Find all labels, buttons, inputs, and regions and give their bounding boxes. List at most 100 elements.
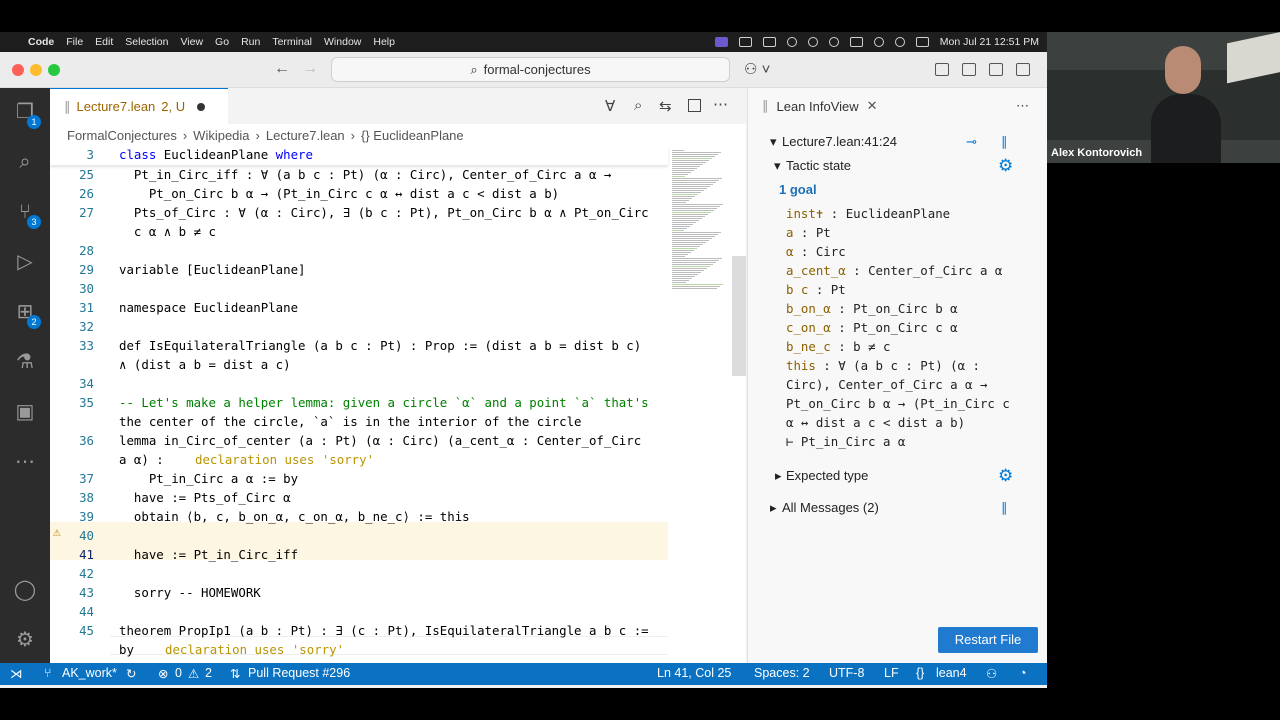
settings-gear-icon[interactable]: ⚙	[998, 156, 1013, 176]
all-messages-heading[interactable]: All Messages (2)	[782, 500, 879, 515]
pin-icon[interactable]: ⊸	[966, 134, 977, 150]
line-ending[interactable]: LF	[884, 666, 899, 680]
menu-window[interactable]: Window	[324, 36, 361, 48]
branch-name[interactable]: AK_work*	[62, 666, 117, 680]
hypothesis[interactable]: b_on_α : Pt_on_Circ b α	[786, 301, 958, 316]
copilot-icon[interactable]: ⚇	[986, 666, 997, 681]
hypothesis-name[interactable]: this	[786, 358, 816, 373]
hypothesis[interactable]: b_ne_c : b ≠ c	[786, 339, 890, 354]
more-icon[interactable]: ⋯	[13, 450, 37, 474]
remote-explorer-icon[interactable]: ▣	[13, 400, 37, 424]
pause-icon[interactable]: ∥	[1001, 134, 1008, 150]
copilot-icon[interactable]: ⚇ ˅	[744, 60, 770, 78]
search-icon[interactable]	[894, 37, 905, 47]
pause-icon[interactable]: ∥	[1001, 500, 1008, 516]
menu-help[interactable]: Help	[373, 36, 395, 48]
infoview-tab[interactable]: ∥ Lean InfoView ✕ ⋯	[748, 88, 1048, 124]
menu-file[interactable]: File	[66, 36, 83, 48]
indentation[interactable]: Spaces: 2	[754, 666, 810, 680]
caret-right-icon[interactable]: ▸	[770, 500, 777, 516]
cursor-position[interactable]: Lecture7.lean:41:24	[782, 134, 897, 149]
remote-icon[interactable]: ⋊	[10, 666, 23, 681]
breadcrumb-folder[interactable]: FormalConjectures	[67, 128, 177, 143]
error-count[interactable]: 0	[175, 666, 182, 680]
encoding[interactable]: UTF-8	[829, 666, 864, 680]
clock-icon[interactable]	[807, 37, 818, 47]
menu-terminal[interactable]: Terminal	[272, 36, 312, 48]
hypothesis[interactable]: Circ), Center_of_Circ a α →	[786, 377, 987, 392]
app-menu[interactable]: Code	[28, 36, 54, 48]
hypothesis-name[interactable]: a_cent_α	[786, 263, 846, 278]
find-icon[interactable]: ⌕	[634, 97, 642, 114]
display-icon[interactable]	[762, 37, 776, 47]
close-icon[interactable]: ✕	[867, 98, 878, 114]
hypothesis[interactable]: a_cent_α : Center_of_Circ a α	[786, 263, 1002, 278]
hypothesis[interactable]: inst✝ : EuclideanPlane	[786, 206, 950, 221]
hypothesis[interactable]: α : Circ	[786, 244, 846, 259]
hypothesis[interactable]: ⊢ Pt_in_Circ a α	[786, 434, 905, 449]
pull-request[interactable]: Pull Request #296	[248, 666, 350, 680]
hypothesis[interactable]: a : Pt	[786, 225, 831, 240]
testing-icon[interactable]: ⚗	[13, 350, 37, 374]
screen-share-icon[interactable]	[714, 37, 728, 47]
caret-right-icon[interactable]: ▸	[775, 468, 782, 484]
hypothesis[interactable]: b c : Pt	[786, 282, 846, 297]
restart-file-button[interactable]: Restart File	[938, 627, 1038, 653]
split-editor-icon[interactable]	[688, 99, 701, 112]
settings-gear-icon[interactable]: ⚙	[998, 466, 1013, 486]
menu-view[interactable]: View	[180, 36, 203, 48]
notifications-icon[interactable]: ◔	[1019, 666, 1027, 680]
maximize-window-button[interactable]	[48, 64, 60, 76]
hypothesis-name[interactable]: c_on_α	[786, 320, 831, 335]
battery-icon[interactable]	[849, 37, 863, 47]
settings-gear-icon[interactable]: ⚙	[13, 628, 37, 652]
breadcrumb-folder[interactable]: Wikipedia	[193, 128, 249, 143]
sync-icon[interactable]: ↻	[126, 666, 136, 681]
account-icon[interactable]: ◯	[13, 578, 37, 602]
hypothesis[interactable]: this : ∀ (a b c : Pt) (α :	[786, 358, 980, 373]
language-mode[interactable]: lean4	[936, 666, 967, 680]
expected-type-heading[interactable]: Expected type	[786, 468, 868, 483]
minimize-window-button[interactable]	[30, 64, 42, 76]
layout-sidebar-icon[interactable]	[935, 63, 949, 76]
hypothesis-name[interactable]: b_on_α	[786, 301, 831, 316]
forward-arrow-icon[interactable]: →	[302, 60, 318, 78]
search-icon[interactable]: ⌕	[13, 150, 37, 174]
minimap[interactable]	[670, 146, 732, 663]
compare-icon[interactable]: ⇆	[659, 97, 672, 115]
code-area[interactable]: 3 class EuclideanPlane where ⚠ ⚠ 25 Pt_i…	[50, 146, 670, 663]
layout-panel-icon[interactable]	[989, 63, 1003, 76]
menu-go[interactable]: Go	[215, 36, 229, 48]
vertical-scrollbar[interactable]	[732, 256, 746, 376]
caret-down-icon[interactable]: ▾	[770, 134, 777, 150]
hypothesis-name[interactable]: inst✝	[786, 206, 823, 221]
more-actions-icon[interactable]: ⋯	[1016, 98, 1029, 114]
control-center-icon[interactable]	[915, 37, 929, 47]
warning-count[interactable]: 2	[205, 666, 212, 680]
close-window-button[interactable]	[12, 64, 24, 76]
sticky-scroll-line[interactable]: 3 class EuclideanPlane where	[50, 146, 668, 165]
datetime[interactable]: Mon Jul 21 12:51 PM	[940, 36, 1039, 48]
unsaved-dot-icon[interactable]	[197, 102, 206, 111]
hypothesis-name[interactable]: b c	[786, 282, 808, 297]
tab-lecture7[interactable]: ∥ Lecture7.lean 2, U	[50, 88, 228, 124]
hypothesis[interactable]: c_on_α : Pt_on_Circ c α	[786, 320, 958, 335]
play-icon[interactable]	[828, 37, 839, 47]
command-center-search[interactable]: ⌕ formal-conjectures	[331, 57, 730, 82]
menu-edit[interactable]: Edit	[95, 36, 113, 48]
hypothesis-name[interactable]: b_ne_c	[786, 339, 831, 354]
menu-selection[interactable]: Selection	[125, 36, 168, 48]
moon-icon[interactable]	[786, 37, 797, 47]
wifi-icon[interactable]	[873, 37, 884, 47]
layout-right-icon[interactable]	[1016, 63, 1030, 76]
more-actions-icon[interactable]: ⋯	[713, 95, 728, 113]
dropbox-icon[interactable]	[738, 37, 752, 47]
breadcrumb-symbol[interactable]: {} EuclideanPlane	[361, 128, 464, 143]
lean-menu-icon[interactable]: ∀	[605, 97, 615, 115]
cursor-position[interactable]: Ln 41, Col 25	[657, 666, 731, 680]
menu-run[interactable]: Run	[241, 36, 260, 48]
run-debug-icon[interactable]: ▷	[13, 250, 37, 274]
caret-down-icon[interactable]: ▾	[774, 158, 781, 174]
tactic-state-heading[interactable]: Tactic state	[786, 158, 851, 173]
breadcrumb-file[interactable]: Lecture7.lean	[266, 128, 345, 143]
